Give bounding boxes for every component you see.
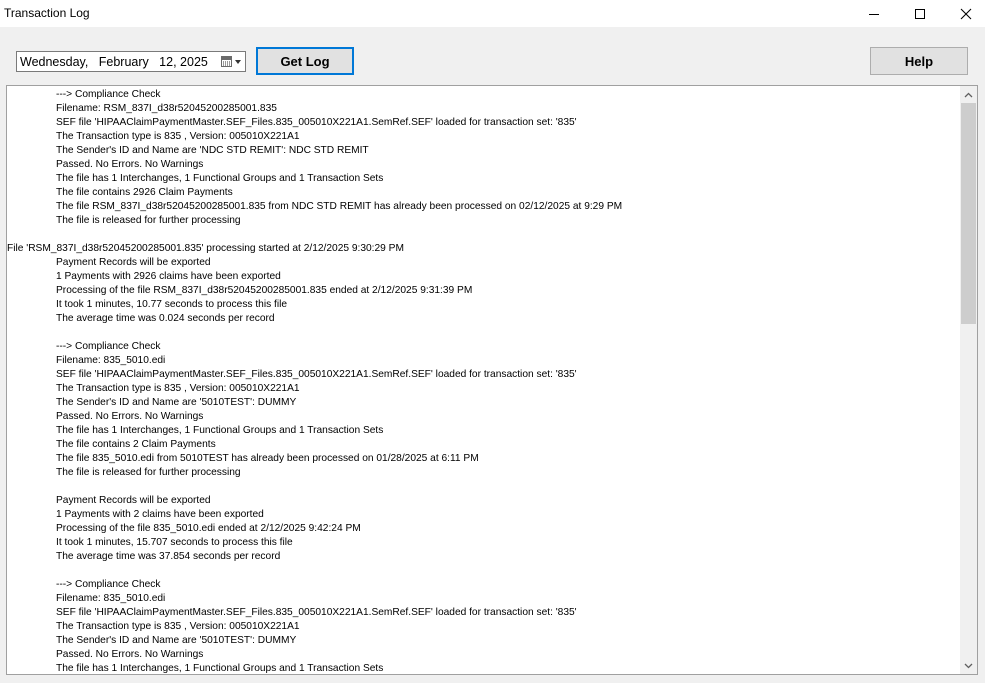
- log-line: The Transaction type is 835 , Version: 0…: [56, 131, 300, 142]
- help-button[interactable]: Help: [870, 47, 968, 75]
- log-line: It took 1 minutes, 15.707 seconds to pro…: [56, 537, 293, 548]
- toolbar: Wednesday, February 12, 2025 Get Log Hel…: [0, 27, 985, 85]
- log-line: Filename: 835_5010.edi: [56, 355, 166, 366]
- log-line: The file is released for further process…: [56, 215, 241, 226]
- get-log-button[interactable]: Get Log: [256, 47, 354, 75]
- log-line: File 'RSM_837I_d38r52045200285001.835' p…: [7, 243, 404, 254]
- maximize-button[interactable]: [897, 0, 943, 27]
- log-line: Processing of the file 835_5010.edi ende…: [56, 523, 361, 534]
- log-line: The file RSM_837I_d38r52045200285001.835…: [56, 201, 623, 212]
- close-button[interactable]: [943, 0, 985, 27]
- log-line: 1 Payments with 2 claims have been expor…: [56, 509, 264, 520]
- transaction-log-panel[interactable]: ---> Compliance Check Filename: RSM_837I_…: [6, 85, 978, 675]
- log-line: SEF file 'HIPAAClaimPaymentMaster.SEF_Fi…: [56, 607, 577, 618]
- log-line: The average time was 37.854 seconds per …: [56, 551, 281, 562]
- log-line: The file contains 2926 Claim Payments: [56, 187, 233, 198]
- log-line: Passed. No Errors. No Warnings: [56, 411, 204, 422]
- vertical-scrollbar[interactable]: [960, 86, 977, 674]
- log-line: The average time was 0.024 seconds per r…: [56, 313, 275, 324]
- title-bar: Transaction Log: [0, 0, 985, 27]
- chevron-down-icon: [964, 663, 973, 668]
- log-line: The file contains 2 Claim Payments: [56, 439, 216, 450]
- window-bottom-edge: [0, 676, 985, 683]
- log-line: The Sender's ID and Name are 'NDC STD RE…: [56, 145, 369, 156]
- chevron-up-icon: [964, 92, 973, 97]
- log-line: Passed. No Errors. No Warnings: [56, 159, 204, 170]
- dropdown-arrow-icon[interactable]: [235, 60, 241, 64]
- maximize-icon: [915, 8, 925, 19]
- log-line: The file has 1 Interchanges, 1 Functiona…: [56, 425, 384, 436]
- log-line: The file 835_5010.edi from 5010TEST has …: [56, 453, 479, 464]
- log-line: ---> Compliance Check: [56, 579, 161, 590]
- log-line: The file is released for further process…: [56, 467, 241, 478]
- scroll-down-button[interactable]: [960, 657, 977, 674]
- log-line: Processing of the file RSM_837I_d38r5204…: [56, 285, 473, 296]
- minimize-button[interactable]: [851, 0, 897, 27]
- log-line: The Sender's ID and Name are '5010TEST':…: [56, 635, 297, 646]
- log-line: ---> Compliance Check: [56, 341, 161, 352]
- log-line: The Transaction type is 835 , Version: 0…: [56, 621, 300, 632]
- date-value: Wednesday, February 12, 2025: [20, 55, 208, 69]
- log-line: Payment Records will be exported: [56, 257, 211, 268]
- log-line: 1 Payments with 2926 claims have been ex…: [56, 271, 281, 282]
- log-text-area[interactable]: ---> Compliance Check Filename: RSM_837I_…: [7, 88, 959, 674]
- log-line: It took 1 minutes, 10.77 seconds to proc…: [56, 299, 288, 310]
- log-line: Payment Records will be exported: [56, 495, 211, 506]
- log-line: The Sender's ID and Name are '5010TEST':…: [56, 397, 297, 408]
- scroll-up-button[interactable]: [960, 86, 977, 103]
- log-line: The file has 1 Interchanges, 1 Functiona…: [56, 663, 384, 674]
- scrollbar-thumb[interactable]: [961, 103, 976, 324]
- window-title: Transaction Log: [4, 6, 90, 20]
- close-icon: [960, 8, 972, 19]
- log-line: The Transaction type is 835 , Version: 0…: [56, 383, 300, 394]
- log-line: Filename: 835_5010.edi: [56, 593, 166, 604]
- calendar-icon[interactable]: [221, 56, 232, 67]
- log-line: Passed. No Errors. No Warnings: [56, 649, 204, 660]
- minimize-icon: [869, 13, 879, 15]
- log-line: The file has 1 Interchanges, 1 Functiona…: [56, 173, 384, 184]
- log-line: SEF file 'HIPAAClaimPaymentMaster.SEF_Fi…: [56, 369, 577, 380]
- log-line: ---> Compliance Check: [56, 89, 161, 100]
- log-line: Filename: RSM_837I_d38r52045200285001.83…: [56, 103, 277, 114]
- log-line: SEF file 'HIPAAClaimPaymentMaster.SEF_Fi…: [56, 117, 577, 128]
- date-picker[interactable]: Wednesday, February 12, 2025: [16, 51, 246, 72]
